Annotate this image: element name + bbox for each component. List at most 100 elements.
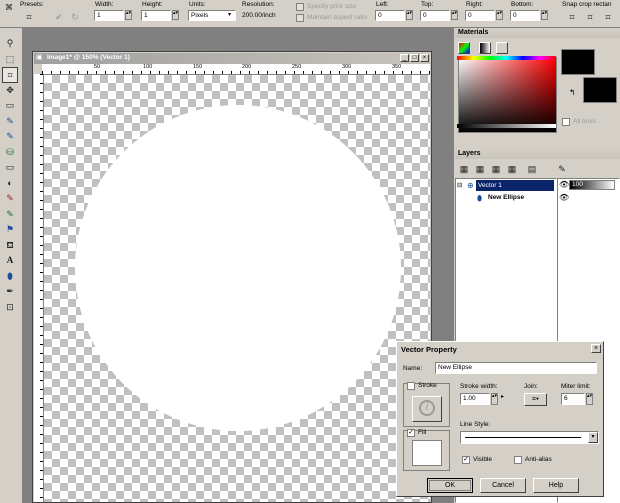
- right-input[interactable]: 0: [465, 10, 495, 21]
- child-visibility-eye-icon[interactable]: 👁: [559, 193, 569, 202]
- opacity-slider[interactable]: 100: [569, 180, 615, 190]
- units-label: Units:: [189, 1, 206, 8]
- rotate-icon[interactable]: ↻: [68, 10, 82, 24]
- layer-properties-icon[interactable]: ✎: [555, 162, 569, 176]
- left-input[interactable]: 0: [375, 10, 405, 21]
- bottom-spinner[interactable]: ▴▾: [541, 10, 548, 20]
- chevron-down-icon[interactable]: ▾: [228, 11, 231, 18]
- fill-label: Fill: [418, 429, 427, 436]
- top-input[interactable]: 0: [420, 10, 450, 21]
- maintain-aspect-checkbox[interactable]: [296, 14, 304, 22]
- ruler-tick-label: 200: [242, 64, 252, 70]
- height-input[interactable]: 1: [141, 10, 171, 21]
- stroke-width-slider-icon[interactable]: ▸: [501, 393, 504, 400]
- selection-icon[interactable]: ⬚: [3, 52, 17, 66]
- minimize-button[interactable]: _: [400, 54, 409, 62]
- new-vector-layer-icon[interactable]: ▦: [473, 162, 487, 176]
- text-icon[interactable]: A: [3, 253, 17, 267]
- left-label: Left:: [376, 1, 389, 8]
- eraser-icon[interactable]: ✎: [3, 191, 17, 205]
- width-label: Width:: [95, 1, 114, 8]
- snap-layer-icon[interactable]: ⌗: [583, 10, 597, 24]
- color-picker[interactable]: [458, 57, 557, 133]
- stroke-width-spinner[interactable]: ▴▾: [491, 393, 498, 405]
- bottom-input[interactable]: 0: [510, 10, 540, 21]
- left-spinner[interactable]: ▴▾: [406, 10, 413, 20]
- delete-layer-icon[interactable]: ▤: [525, 162, 539, 176]
- fill-checkbox[interactable]: ✓: [407, 429, 415, 437]
- snap-selection-icon[interactable]: ⌗: [601, 10, 615, 24]
- tools-palette: ⚲ ⬚ ⌗ ✥ ▭ ✎ ✎ ⛁ ▭ ◐ ✎ ✎ ⚑ ⛾ A ⬮ ✒ ⊡: [0, 28, 23, 503]
- background-eraser-icon[interactable]: ✎: [3, 207, 17, 221]
- top-spinner[interactable]: ▴▾: [451, 10, 458, 20]
- duplicate-layer-icon[interactable]: ▦: [489, 162, 503, 176]
- swap-colors-icon[interactable]: ↰: [569, 88, 576, 97]
- width-input[interactable]: 1: [94, 10, 124, 21]
- crop-icon[interactable]: ⌗: [2, 67, 18, 83]
- swatches-tab-icon[interactable]: [496, 42, 508, 54]
- ellipse-shape[interactable]: [75, 105, 401, 431]
- specify-print-size-checkbox[interactable]: [296, 3, 304, 11]
- visibility-eye-icon[interactable]: 👁: [559, 180, 569, 189]
- layer-row-vector-1[interactable]: ⊟ ⊕ Vector 1: [457, 180, 555, 191]
- width-spinner[interactable]: ▴▾: [125, 10, 132, 20]
- checkmark-icon[interactable]: ✔: [52, 10, 66, 24]
- join-select[interactable]: ⌗▾: [524, 393, 547, 406]
- name-input[interactable]: New Ellipse: [435, 362, 597, 374]
- visible-checkbox[interactable]: ✓: [462, 456, 470, 464]
- pen-icon[interactable]: ✒: [3, 284, 17, 298]
- materials-panel: Materials ↰ All tools: [455, 28, 620, 148]
- frame-tab-icon[interactable]: [458, 42, 470, 54]
- line-style-select[interactable]: ▾: [460, 431, 599, 444]
- dodge-icon[interactable]: ◐: [3, 176, 17, 190]
- zoom-icon[interactable]: ⚲: [3, 36, 17, 50]
- new-raster-layer-icon[interactable]: ▦: [457, 162, 471, 176]
- ellipse-object-icon: ⬮: [477, 194, 483, 203]
- crop-preset-icon[interactable]: ⌗: [22, 10, 36, 24]
- chevron-down-icon[interactable]: ▾: [588, 432, 598, 443]
- stroke-style-swatch[interactable]: /: [412, 396, 442, 422]
- miter-limit-label: Miter limit:: [561, 383, 591, 390]
- cancel-button[interactable]: Cancel: [480, 478, 526, 493]
- dropper-icon[interactable]: ✎: [3, 114, 17, 128]
- stroke-checkbox[interactable]: [407, 382, 415, 390]
- dialog-title-bar[interactable]: Vector Property ×: [398, 343, 602, 355]
- image-title-bar[interactable]: ▣ Image1* @ 150% (Vector 1) _ □ ×: [34, 53, 430, 64]
- object-selector-icon[interactable]: ⊡: [3, 300, 17, 314]
- layer-row-new-ellipse[interactable]: ⬮ New Ellipse: [457, 193, 555, 204]
- bottom-label: Bottom:: [511, 1, 534, 8]
- scratch-remover-icon[interactable]: ▭: [3, 160, 17, 174]
- grayscale-strip[interactable]: [457, 124, 556, 128]
- right-spinner[interactable]: ▴▾: [496, 10, 503, 20]
- background-swatch[interactable]: [583, 77, 617, 103]
- dialog-close-button[interactable]: ×: [591, 344, 601, 353]
- miter-limit-spinner[interactable]: ▴▾: [586, 393, 593, 405]
- miter-limit-input[interactable]: 6: [561, 393, 585, 405]
- mask-layer-icon[interactable]: ▦: [505, 162, 519, 176]
- flood-fill-icon[interactable]: ⛾: [3, 238, 17, 252]
- hue-ring[interactable]: [457, 56, 556, 60]
- help-button[interactable]: Help: [533, 478, 579, 493]
- clone-brush-icon[interactable]: ⛁: [3, 145, 17, 159]
- collapse-icon[interactable]: ⊟: [457, 181, 462, 189]
- ruler-tick-label: 350: [392, 64, 402, 70]
- snap-canvas-icon[interactable]: ⌗: [565, 10, 579, 24]
- maximize-button[interactable]: □: [410, 54, 419, 62]
- foreground-swatch[interactable]: [561, 49, 595, 75]
- all-tools-checkbox[interactable]: [562, 118, 570, 126]
- move-icon[interactable]: ✥: [3, 83, 17, 97]
- image-window-title: Image1* @ 150% (Vector 1): [47, 54, 130, 61]
- fill-color-swatch[interactable]: [412, 440, 442, 466]
- stroke-width-input[interactable]: 1.00: [460, 393, 490, 405]
- height-spinner[interactable]: ▴▾: [172, 10, 179, 20]
- ellipse-icon[interactable]: ⬮: [3, 269, 17, 283]
- image-canvas[interactable]: [44, 75, 430, 502]
- close-button[interactable]: ×: [420, 54, 429, 62]
- paint-brush-icon[interactable]: ✎: [3, 129, 17, 143]
- rectangle-select-icon[interactable]: ▭: [3, 98, 17, 112]
- picture-tube-icon[interactable]: ⚑: [3, 222, 17, 236]
- antialias-checkbox[interactable]: [514, 456, 522, 464]
- ok-button[interactable]: OK: [427, 478, 473, 493]
- rainbow-tab-icon[interactable]: [479, 42, 491, 54]
- line-style-label: Line Style:: [460, 421, 491, 428]
